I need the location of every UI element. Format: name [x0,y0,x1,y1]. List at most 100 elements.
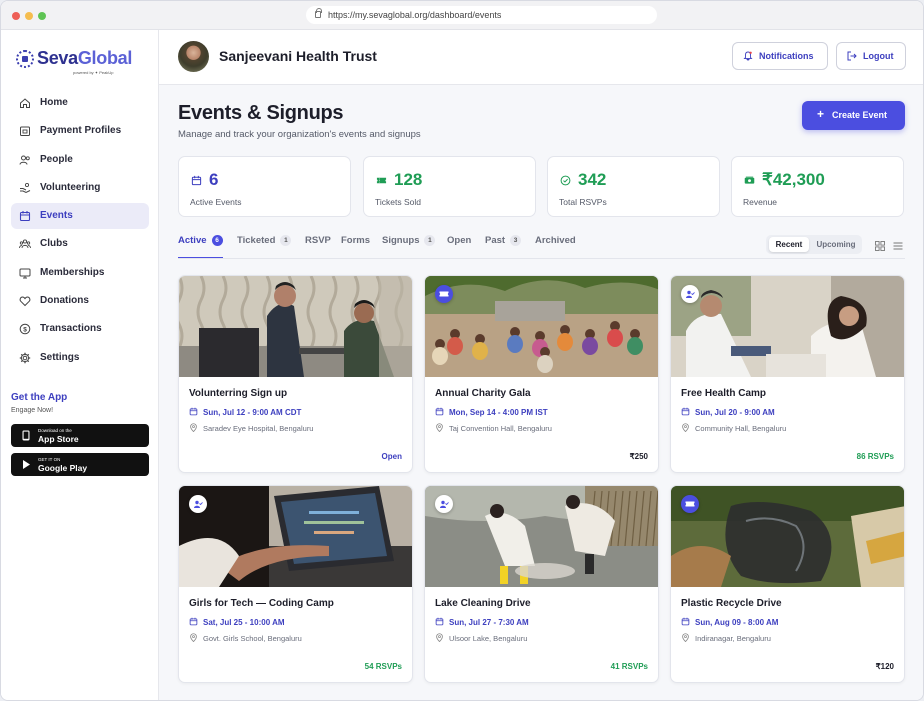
sidebar-item-settings[interactable]: Settings [11,345,149,371]
google-play-button[interactable]: GET IT ON Google Play [11,453,149,476]
google-play-small-text: GET IT ON [38,457,61,462]
tab-count-badge: 1 [280,235,292,246]
calendar-icon [189,617,198,626]
sidebar-item-home[interactable]: Home [11,90,149,116]
get-app-title: Get the App [11,392,68,403]
location-pin-icon [436,423,443,432]
sidebar-item-events[interactable]: Events [11,203,149,230]
calendar-icon [681,617,690,626]
sidebar-item-label: Memberships [40,266,105,278]
sidebar-item-label: Settings [40,351,80,363]
tab-label: Active [178,235,207,246]
org-avatar[interactable] [178,41,209,72]
people-icon [19,155,30,165]
event-card[interactable]: Girls for Tech — Coding Camp Sat, Jul 25 … [178,485,413,683]
event-card[interactable]: Plastic Recycle Drive Sun, Aug 09 - 8:00 … [670,485,905,683]
logout-button[interactable]: Logout [836,42,906,70]
event-type-badge [681,495,699,513]
sidebar-item-payment-profiles[interactable]: Payment Profiles [11,118,149,144]
stat-value: 342 [578,170,607,189]
grid-view-icon[interactable] [875,241,885,251]
membership-icon [19,268,31,279]
tab-count-badge: 1 [424,235,436,246]
tab-ticketed[interactable]: Ticketed 1 [237,235,292,259]
close-window-icon[interactable] [12,12,20,20]
tab-past[interactable]: Past 3 [485,235,522,259]
stat-value: ₹42,300 [762,170,825,189]
svg-text:$: $ [23,327,27,334]
event-type-badge [435,495,453,513]
maximize-window-icon[interactable] [38,12,46,20]
minimize-window-icon[interactable] [25,12,33,20]
clubs-icon [19,239,31,249]
sidebar-item-label: Events [40,210,73,222]
location-pin-icon [190,423,197,432]
event-type-badge [189,495,207,513]
event-image [425,276,658,377]
event-type-badge [681,285,699,303]
sidebar-item-label: Donations [40,295,89,307]
sidebar-item-label: Volunteering [40,181,101,193]
app-store-button[interactable]: Download on the App Store [11,424,149,447]
event-card[interactable]: Free Health Camp Sun, Jul 20 - 9:00 AM Com… [670,275,905,473]
home-icon [20,98,30,108]
location-pin-icon [436,633,443,642]
event-location: Saradev Eye Hospital, Bengaluru [203,424,314,433]
list-view-icon[interactable] [893,241,903,251]
location-pin-icon [682,633,689,642]
event-card[interactable]: Volunterring Sign up Sun, Jul 12 - 9:00 A… [178,275,413,473]
calendar-icon [189,407,198,416]
sidebar-item-memberships[interactable]: Memberships [11,260,149,286]
tab-archived[interactable]: Archived [535,235,576,259]
event-footer-status: 54 RSVPs [364,662,402,671]
tab-forms[interactable]: Forms [341,235,370,259]
event-title: Free Health Camp [681,388,767,399]
tabs-divider [178,258,905,259]
sidebar-item-transactions[interactable]: $ Transactions [11,316,149,342]
volunteering-icon [20,182,31,193]
tab-open[interactable]: Open [447,235,471,259]
sidebar-item-people[interactable]: People [11,147,149,173]
sidebar-item-label: Clubs [40,238,68,250]
lock-icon [315,8,322,18]
tab-count-badge: 6 [211,235,223,246]
event-card[interactable]: Lake Cleaning Drive Sun, Jul 27 - 7:30 AM… [424,485,659,683]
tab-label: Past [485,235,506,246]
page-subtitle: Manage and track your organization's eve… [178,129,421,140]
logout-label: Logout [863,51,894,61]
rsvp-icon [686,290,695,298]
calendar-icon [191,175,202,186]
tab-rsvp[interactable]: RSVP [305,235,331,259]
event-date: Sun, Aug 09 - 8:00 AM [695,618,779,627]
event-image [671,486,904,587]
event-image [425,486,658,587]
create-event-button[interactable]: Create Event [802,100,905,130]
rsvp-icon [440,500,449,508]
event-footer-status: Open [381,452,402,461]
sort-option-recent[interactable]: Recent [769,237,809,252]
sort-option-upcoming[interactable]: Upcoming [812,237,860,252]
event-date: Sun, Jul 12 - 9:00 AM CDT [203,408,302,417]
calendar-icon [435,407,444,416]
notifications-button[interactable]: Notifications [732,42,828,70]
phone-icon [22,430,30,441]
tab-label: Signups [382,235,420,246]
tab-active[interactable]: Active 6 [178,235,223,259]
notifications-label: Notifications [759,51,814,61]
sidebar-nav: Home Payment Profiles People Volunteering Ev… [11,90,149,373]
sidebar-item-volunteering[interactable]: Volunteering [11,175,149,201]
org-name: Sanjeevani Health Trust [219,48,377,64]
tab-label: Forms [341,235,371,246]
event-card[interactable]: Annual Charity Gala Mon, Sep 14 - 4:00 PM… [424,275,659,473]
stat-card-tickets-sold: 128 Tickets Sold [363,156,536,217]
sidebar-item-clubs[interactable]: Clubs [11,231,149,257]
event-title: Volunterring Sign up [189,388,288,399]
event-footer-status: ₹250 [629,452,648,461]
stat-label: Total RSVPs [559,197,607,207]
google-play-label: Google Play [38,463,88,473]
event-title: Lake Cleaning Drive [435,598,531,609]
sidebar-item-donations[interactable]: Donations [11,288,149,314]
address-bar[interactable]: https://my.sevaglobal.org/dashboard/even… [306,6,657,24]
tab-signups[interactable]: Signups 1 [382,235,436,259]
main-content: Events & Signups Manage and track your o… [159,85,923,700]
